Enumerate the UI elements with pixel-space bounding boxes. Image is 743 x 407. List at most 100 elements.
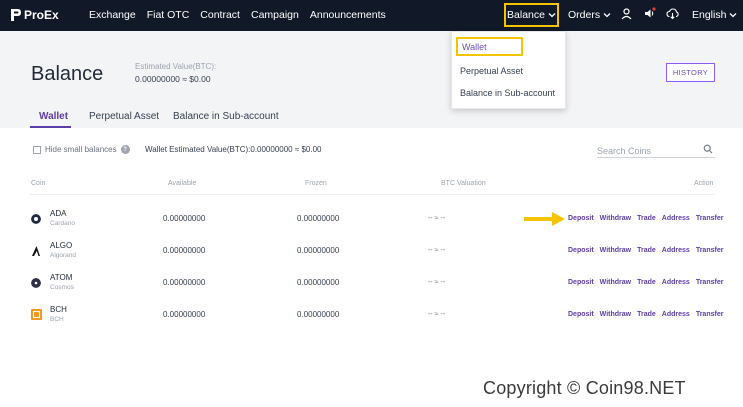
nav-links: Exchange Fiat OTC Contract Campaign Anno…	[89, 9, 386, 21]
nav-orders-button[interactable]: Orders	[568, 9, 611, 21]
coin-symbol: ATOM	[50, 273, 73, 282]
bch-coin-icon	[31, 309, 42, 320]
search-input[interactable]	[597, 143, 697, 159]
header-frozen: Frozen	[305, 180, 327, 187]
frozen-value: 0.00000000	[297, 214, 340, 223]
brand-name: ProEx	[24, 8, 59, 22]
table-row: BCH BCH 0.00000000 0.00000000 -- ≈ -- De…	[0, 299, 743, 331]
transfer-link[interactable]: Transfer	[696, 215, 724, 222]
coin-name: Cosmos	[50, 284, 74, 291]
coin-name: Algorand	[50, 252, 77, 259]
nav-orders-label: Orders	[568, 9, 601, 21]
estimated-value-label: Estimated Value(BTC):	[135, 62, 217, 71]
chevron-down-icon	[603, 13, 611, 18]
frozen-value: 0.00000000	[297, 246, 340, 255]
table-row: ALGO Algorand 0.00000000 0.00000000 -- ≈…	[0, 235, 743, 267]
row-actions: Deposit Withdraw Trade Address Transfer	[568, 311, 723, 318]
trade-link[interactable]: Trade	[637, 247, 656, 254]
nav-campaign[interactable]: Campaign	[251, 9, 299, 21]
tab-perpetual-asset[interactable]: Perpetual Asset	[89, 111, 159, 122]
chevron-down-icon	[548, 13, 556, 18]
arrow-annotation-icon	[524, 212, 565, 226]
copyright-watermark: Copyright © Coin98.NET	[483, 378, 686, 398]
coin-name: Cardano	[50, 220, 75, 227]
search-box	[597, 141, 715, 159]
row-actions: Deposit Withdraw Trade Address Transfer	[568, 215, 723, 222]
deposit-link[interactable]: Deposit	[568, 311, 594, 318]
hide-small-label[interactable]: Hide small balances	[45, 145, 117, 154]
header-available: Available	[168, 180, 197, 187]
balance-dropdown-menu: Wallet Perpetual Asset Balance in Sub-ac…	[451, 31, 566, 109]
language-label: English	[692, 9, 727, 21]
header-divider	[30, 194, 715, 195]
coin-symbol: BCH	[50, 305, 67, 314]
table-row: ADA Cardano 0.00000000 0.00000000 -- ≈ -…	[0, 203, 743, 235]
nav-icons	[620, 7, 679, 20]
hide-small-balances: Hide small balances ?	[33, 145, 130, 154]
deposit-link[interactable]: Deposit	[568, 247, 594, 254]
transfer-link[interactable]: Transfer	[696, 279, 724, 286]
btc-valuation: -- ≈ --	[428, 247, 446, 254]
withdraw-link[interactable]: Withdraw	[600, 247, 631, 254]
nav-exchange[interactable]: Exchange	[89, 9, 136, 21]
speaker-icon[interactable]	[643, 7, 656, 20]
info-icon[interactable]: ?	[120, 145, 130, 154]
available-value: 0.00000000	[163, 246, 206, 255]
nav-fiat-otc[interactable]: Fiat OTC	[147, 9, 190, 21]
atom-coin-icon	[31, 278, 41, 288]
nav-contract[interactable]: Contract	[200, 9, 240, 21]
algo-coin-icon	[32, 246, 40, 256]
frozen-value: 0.00000000	[297, 278, 340, 287]
dropdown-item-perpetual-asset[interactable]: Perpetual Asset	[460, 66, 523, 76]
search-icon[interactable]	[703, 144, 713, 154]
header-action: Action	[694, 180, 714, 187]
withdraw-link[interactable]: Withdraw	[600, 311, 631, 318]
language-selector[interactable]: English	[692, 9, 737, 21]
nav-balance-label: Balance	[507, 9, 545, 21]
coin-symbol: ALGO	[50, 241, 73, 250]
download-icon[interactable]	[666, 7, 679, 20]
trade-link[interactable]: Trade	[637, 311, 656, 318]
estimated-value: 0.00000000 ≈ $0.00	[135, 74, 211, 84]
address-link[interactable]: Address	[662, 247, 690, 254]
tab-wallet[interactable]: Wallet	[39, 111, 68, 122]
user-icon[interactable]	[620, 7, 633, 20]
dropdown-item-wallet[interactable]: Wallet	[456, 37, 523, 56]
deposit-link[interactable]: Deposit	[568, 279, 594, 286]
available-value: 0.00000000	[163, 214, 206, 223]
tab-balance-sub-account[interactable]: Balance in Sub-account	[173, 111, 279, 122]
transfer-link[interactable]: Transfer	[696, 311, 724, 318]
btc-valuation: -- ≈ --	[428, 279, 446, 286]
hide-small-checkbox[interactable]	[33, 145, 41, 154]
trade-link[interactable]: Trade	[637, 215, 656, 222]
table-row: ATOM Cosmos 0.00000000 0.00000000 -- ≈ -…	[0, 267, 743, 299]
nav-balance-button[interactable]: Balance	[504, 3, 559, 27]
frozen-value: 0.00000000	[297, 310, 340, 319]
chevron-down-icon	[729, 13, 737, 18]
history-button[interactable]: HISTORY	[666, 63, 715, 82]
address-link[interactable]: Address	[662, 215, 690, 222]
address-link[interactable]: Address	[662, 279, 690, 286]
withdraw-link[interactable]: Withdraw	[600, 215, 631, 222]
available-value: 0.00000000	[163, 278, 206, 287]
wallet-estimated-value: Wallet Estimated Value(BTC):0.00000000 ≈…	[145, 145, 322, 154]
trade-link[interactable]: Trade	[637, 279, 656, 286]
logo-icon	[11, 9, 21, 21]
deposit-link[interactable]: Deposit	[568, 215, 594, 222]
btc-valuation: -- ≈ --	[428, 215, 446, 222]
header-btc-valuation: BTC Valuation	[441, 180, 486, 187]
address-link[interactable]: Address	[662, 311, 690, 318]
transfer-link[interactable]: Transfer	[696, 247, 724, 254]
withdraw-link[interactable]: Withdraw	[600, 279, 631, 286]
brand-logo[interactable]: ProEx	[10, 8, 59, 22]
active-tab-indicator	[30, 126, 71, 128]
page-title: Balance	[31, 63, 104, 85]
btc-valuation: -- ≈ --	[428, 311, 446, 318]
top-nav: ProEx Exchange Fiat OTC Contract Campaig…	[0, 0, 743, 31]
dropdown-item-balance-sub-account[interactable]: Balance in Sub-account	[460, 88, 555, 98]
row-actions: Deposit Withdraw Trade Address Transfer	[568, 247, 723, 254]
nav-announcements[interactable]: Announcements	[310, 9, 386, 21]
row-actions: Deposit Withdraw Trade Address Transfer	[568, 279, 723, 286]
available-value: 0.00000000	[163, 310, 206, 319]
ada-coin-icon	[31, 214, 41, 224]
